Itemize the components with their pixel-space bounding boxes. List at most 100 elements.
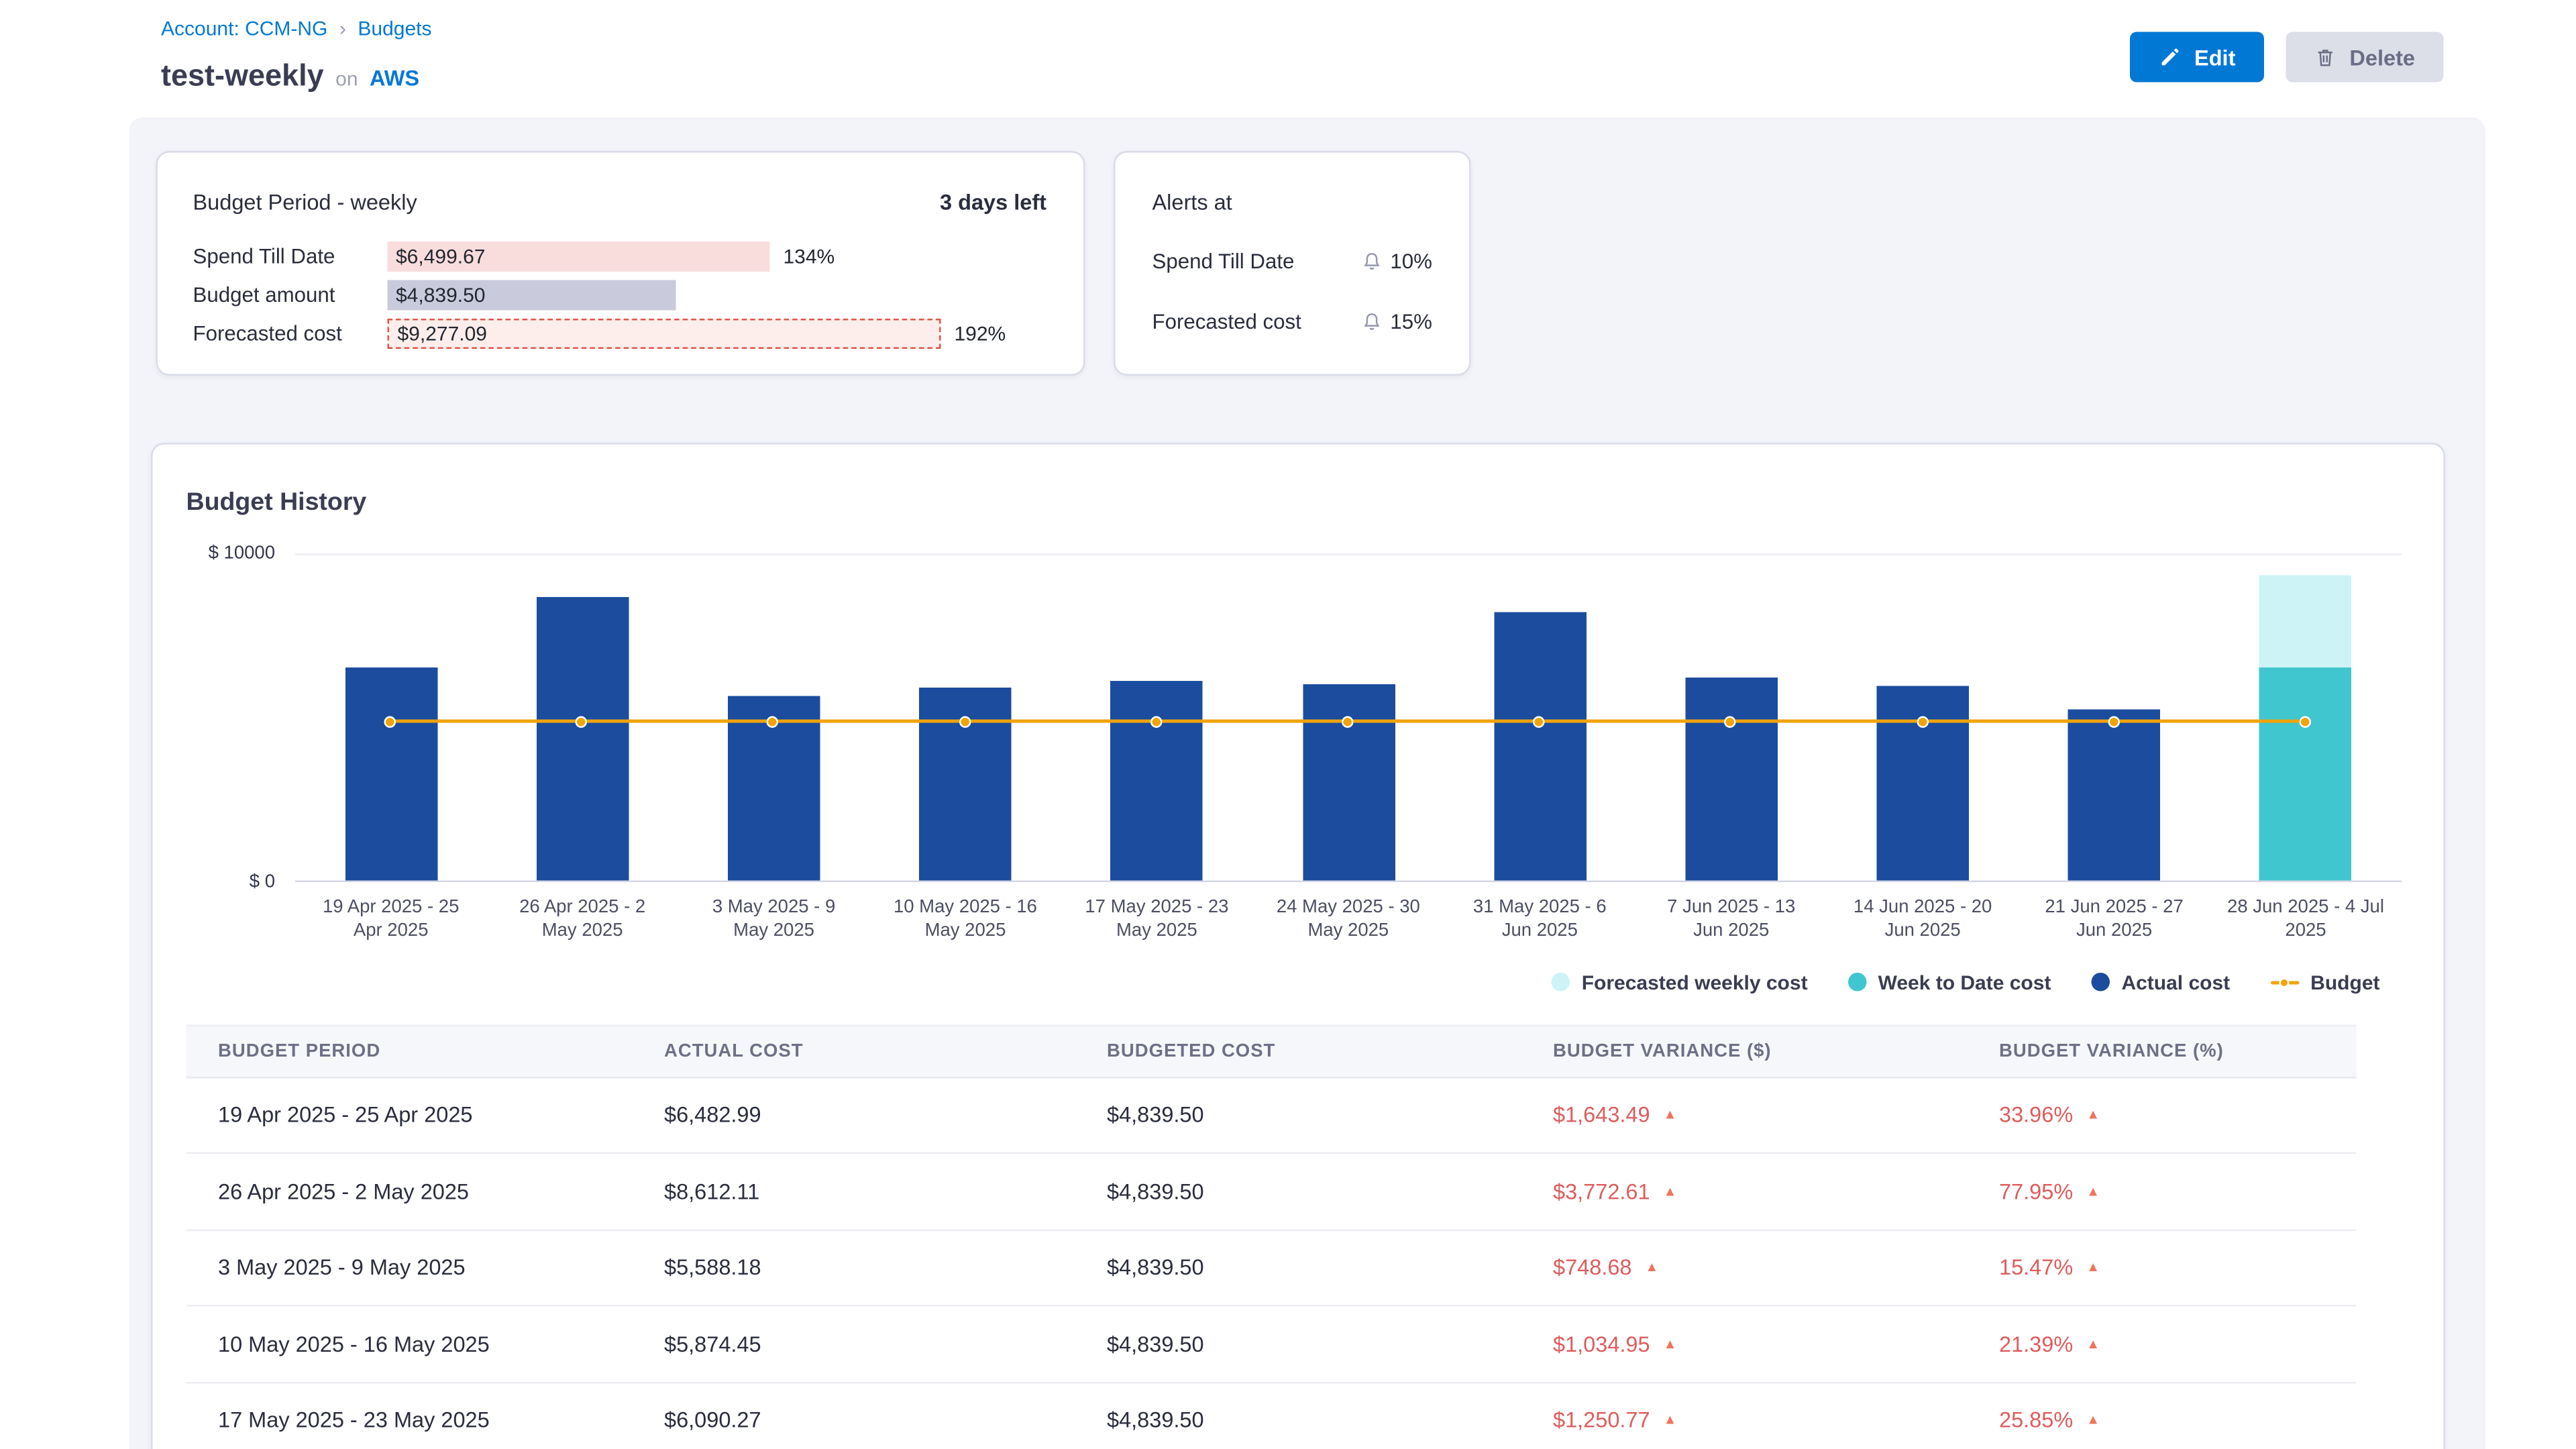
cell-budget-variance-pct: 15.47% ▲ <box>1999 1255 2357 1281</box>
forecasted-cost-bar[interactable] <box>2260 576 2353 667</box>
variance-value: 21.39% <box>1999 1332 2073 1357</box>
budget-period-row: Spend Till Date$6,499.67 134% <box>193 237 1047 276</box>
breadcrumb-budgets-link[interactable]: Budgets <box>358 17 431 40</box>
actual-cost-bar[interactable] <box>1111 680 1203 880</box>
table-row: 17 May 2025 - 23 May 2025$6,090.27$4,839… <box>186 1383 2357 1449</box>
actual-cost-bar[interactable] <box>536 598 629 881</box>
up-triangle-icon: ▲ <box>1646 1260 1659 1275</box>
budget-period-row: Budget amount $4,839.50 <box>193 275 1047 314</box>
alerts-title: Alerts at <box>1152 190 1433 215</box>
cell-budget-variance-usd: $748.68 ▲ <box>1553 1255 1999 1281</box>
cell-budget-variance-usd: $1,250.77▲ <box>1553 1407 1999 1433</box>
budget-row-value: $4,839.50 <box>396 282 485 306</box>
pencil-icon <box>2159 46 2182 68</box>
budget-point[interactable] <box>2299 716 2311 729</box>
legend-item-forecasted-weekly-cost[interactable]: Forecasted weekly cost <box>1552 970 1808 994</box>
actual-cost-bar[interactable] <box>1494 612 1587 880</box>
cell-actual-cost: $5,874.45 <box>664 1332 1107 1357</box>
cell-budget-period: 26 Apr 2025 - 2 May 2025 <box>218 1179 664 1204</box>
up-triangle-icon: ▲ <box>1664 1413 1677 1428</box>
alert-threshold: 10% <box>1390 250 1432 274</box>
delete-button[interactable]: Delete <box>2286 32 2443 83</box>
budget-history-title: Budget History <box>186 488 2444 517</box>
variance-value: 33.96% <box>1999 1102 2073 1128</box>
budget-row-label: Budget amount <box>193 282 388 306</box>
legend-label: Forecasted weekly cost <box>1582 970 1808 994</box>
actual-cost-bar[interactable] <box>345 667 437 881</box>
actual-cost-bar[interactable] <box>2068 708 2161 880</box>
x-axis-label: 3 May 2025 - 9 May 2025 <box>678 896 869 943</box>
legend-marker-icon <box>1552 973 1570 991</box>
edit-button-label: Edit <box>2194 44 2235 70</box>
cell-budget-variance-pct: 21.39%▲ <box>1999 1332 2357 1357</box>
on-label: on <box>335 67 358 91</box>
table-row: 3 May 2025 - 9 May 2025$5,588.18$4,839.5… <box>186 1230 2357 1307</box>
x-axis-label: 14 Jun 2025 - 20 Jun 2025 <box>1827 896 2018 943</box>
variance-value: $1,643.49 <box>1553 1102 1650 1128</box>
actual-cost-bar[interactable] <box>1302 685 1395 881</box>
week-to-date-bar[interactable] <box>2260 667 2353 880</box>
legend-label: Actual cost <box>2121 970 2230 994</box>
cell-budget-variance-usd: $1,643.49 ▲ <box>1553 1102 1999 1128</box>
budget-period-card: Budget Period - weekly 3 days left Spend… <box>156 151 1085 376</box>
x-axis-labels: 19 Apr 2025 - 25 Apr 202526 Apr 2025 - 2… <box>295 896 2444 943</box>
cell-actual-cost: $6,090.27 <box>664 1407 1107 1433</box>
days-left-label: 3 days left <box>940 190 1046 215</box>
column-header: BUDGET VARIANCE ($) <box>1553 1040 1999 1061</box>
up-triangle-icon: ▲ <box>1664 1108 1677 1123</box>
alert-label: Forecasted cost <box>1152 311 1301 334</box>
up-triangle-icon: ▲ <box>2086 1413 2100 1428</box>
cell-budgeted-cost: $4,839.50 <box>1107 1332 1553 1357</box>
legend-marker-icon <box>2091 973 2110 991</box>
budget-period-row: Forecasted cost$9,277.09192% <box>193 314 1047 353</box>
legend-item-week-to-date-cost[interactable]: Week to Date cost <box>1848 970 2051 994</box>
budget-history-card: Budget History $ 10000 $ 0 19 Apr 2025 -… <box>151 443 2445 1449</box>
up-triangle-icon: ▲ <box>2086 1260 2100 1275</box>
y-axis: $ 10000 $ 0 <box>186 553 296 882</box>
budget-line-legend-marker <box>2270 973 2299 991</box>
variance-value: $748.68 <box>1553 1255 1632 1281</box>
breadcrumb-account-link[interactable]: Account: CCM-NG <box>161 17 327 40</box>
cell-budget-variance-usd: $1,034.95▲ <box>1553 1332 1999 1357</box>
chart-legend: Forecasted weekly cost Week to Date cost A… <box>153 970 2380 994</box>
up-triangle-icon: ▲ <box>1664 1184 1677 1199</box>
cell-budgeted-cost: $4,839.50 <box>1107 1407 1553 1433</box>
budget-row-bar-forecast: $9,277.09 <box>388 318 941 348</box>
legend-item-budget[interactable]: Budget <box>2270 970 2379 994</box>
alert-label: Spend Till Date <box>1152 250 1295 274</box>
x-axis-label: 10 May 2025 - 16 May 2025 <box>869 896 1061 943</box>
alert-threshold: 15% <box>1390 311 1432 334</box>
budget-point[interactable] <box>1150 716 1163 729</box>
alert-row: Forecasted cost 15% <box>1152 304 1433 341</box>
delete-button-label: Delete <box>2349 44 2415 70</box>
budget-row-bar-spend: $6,499.67 <box>388 241 770 271</box>
cell-budget-period: 3 May 2025 - 9 May 2025 <box>218 1255 664 1281</box>
actual-cost-bar[interactable] <box>1685 678 1778 880</box>
cell-budget-variance-pct: 33.96%▲ <box>1999 1102 2357 1128</box>
page-title: test-weekly <box>161 59 324 95</box>
cell-actual-cost: $5,588.18 <box>664 1255 1107 1281</box>
trash-icon <box>2314 46 2337 68</box>
y-axis-max-label: $ 10000 <box>209 543 275 564</box>
page-header: Account: CCM-NG › Budgets test-weekly on… <box>0 0 2576 117</box>
edit-button[interactable]: Edit <box>2131 32 2264 83</box>
legend-label: Budget <box>2310 970 2379 994</box>
legend-marker-icon <box>1848 973 1867 991</box>
budget-row-percent: 134% <box>784 244 835 268</box>
cell-budgeted-cost: $4,839.50 <box>1107 1255 1553 1281</box>
variance-value: 15.47% <box>1999 1255 2073 1281</box>
x-axis-label: 28 Jun 2025 - 4 Jul 2025 <box>2210 896 2401 943</box>
actual-cost-bar[interactable] <box>1877 686 1970 880</box>
variance-value: 77.95% <box>1999 1179 2073 1204</box>
up-triangle-icon: ▲ <box>2086 1184 2100 1199</box>
table-row: 19 Apr 2025 - 25 Apr 2025$6,482.99$4,839… <box>186 1077 2357 1154</box>
x-axis-label: 19 Apr 2025 - 25 Apr 2025 <box>295 896 486 943</box>
budget-row-label: Spend Till Date <box>193 244 388 268</box>
content-panel: Budget Period - weekly 3 days left Spend… <box>129 117 2486 1449</box>
budget-history-table: BUDGET PERIODACTUAL COSTBUDGETED COSTBUD… <box>186 1024 2357 1449</box>
x-axis-label: 24 May 2025 - 30 May 2025 <box>1252 896 1444 943</box>
column-header: BUDGET VARIANCE (%) <box>1999 1040 2357 1061</box>
legend-item-actual-cost[interactable]: Actual cost <box>2091 970 2230 994</box>
alerts-rows: Spend Till Date 10% Forecasted cost 15% <box>1152 244 1433 341</box>
budget-point[interactable] <box>2108 716 2120 729</box>
